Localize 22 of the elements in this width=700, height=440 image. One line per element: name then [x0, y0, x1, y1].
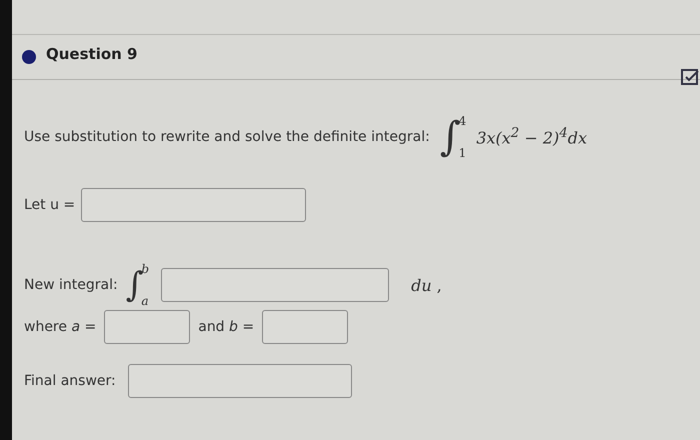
field-label: New integral: — [24, 277, 118, 293]
upper-limit: 4 — [458, 114, 466, 128]
lower-limit: 1 — [458, 146, 466, 160]
prompt-text: Use substitution to rewrite and solve the definite integral: — [24, 129, 430, 145]
question-title: Question 9 — [46, 44, 138, 63]
differential: du , — [411, 276, 442, 294]
checkbox-icon — [680, 67, 700, 87]
lower-limit: a — [141, 294, 150, 308]
input-field[interactable] — [81, 188, 306, 222]
input-field[interactable] — [104, 310, 190, 344]
field-label: Final answer: — [24, 373, 116, 389]
field-label: and b = — [198, 319, 254, 335]
field-label: Let u = — [24, 197, 76, 213]
field-label: where a = — [24, 319, 96, 335]
integrand: 3x(x$^{2}$ − 2)$^{4}$dx — [476, 126, 588, 148]
integral-sign: ∫ — [126, 268, 144, 302]
input-field[interactable] — [161, 268, 390, 302]
input-field[interactable] — [128, 364, 352, 398]
bullet-icon — [22, 50, 36, 64]
input-field[interactable] — [262, 310, 348, 344]
integral-sign: ∫ — [440, 117, 461, 157]
upper-limit: b — [141, 262, 150, 276]
